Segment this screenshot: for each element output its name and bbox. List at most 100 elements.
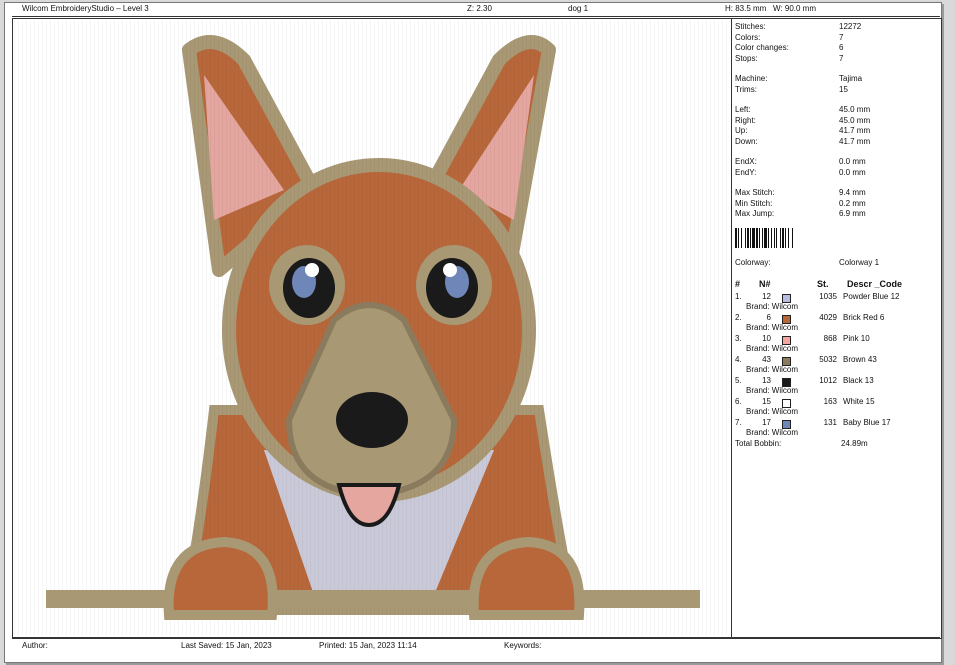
barcode-bar bbox=[762, 227, 763, 248]
design-name: dog 1 bbox=[568, 4, 589, 13]
stat-value: 45.0 mm bbox=[839, 105, 871, 114]
color-code: 6 bbox=[766, 313, 771, 322]
barcode-bar bbox=[776, 227, 777, 248]
color-brand: Brand: Wilcom bbox=[746, 386, 799, 395]
color-description: Baby Blue 17 bbox=[843, 418, 891, 427]
color-brand: Brand: Wilcom bbox=[746, 323, 799, 332]
color-code: 13 bbox=[762, 376, 771, 385]
color-brand: Brand: Wilcom bbox=[746, 302, 799, 311]
design-size: H: 83.5 mm W: 90.0 mm bbox=[725, 4, 816, 13]
total-bobbin-row: Total Bobbin: 24.89m bbox=[735, 439, 935, 450]
stat-row: Max Stitch: 9.4 mm bbox=[735, 188, 935, 199]
stat-row: Up: 41.7 mm bbox=[735, 126, 935, 137]
header-code: N# bbox=[759, 279, 771, 289]
stats-gap bbox=[735, 178, 935, 188]
barcode-bar bbox=[752, 227, 755, 248]
dog-embroidery-image bbox=[14, 20, 728, 635]
app-title: Wilcom EmbroideryStudio – Level 3 bbox=[22, 4, 149, 13]
barcode-bar bbox=[771, 227, 772, 248]
barcode-bar bbox=[756, 227, 758, 248]
barcode-bar bbox=[747, 227, 749, 248]
color-row[interactable]: 2. 6 4029 Brick Red 6 Brand: Wilcom bbox=[735, 313, 935, 334]
color-description: White 15 bbox=[843, 397, 875, 406]
stat-label: Right: bbox=[735, 115, 756, 125]
barcode-graphic bbox=[735, 227, 793, 248]
color-index: 4. bbox=[735, 355, 742, 364]
color-row[interactable]: 5. 13 1012 Black 13 Brand: Wilcom bbox=[735, 376, 935, 397]
stat-value: 7 bbox=[839, 53, 844, 63]
barcode-bar bbox=[782, 227, 784, 248]
barcode-bar bbox=[785, 227, 786, 248]
header-description: Descr _Code bbox=[847, 279, 903, 289]
color-stitches: 1012 bbox=[819, 376, 837, 385]
stats-gap bbox=[735, 95, 935, 105]
stat-row: Left: 45.0 mm bbox=[735, 105, 935, 116]
barcode-bar bbox=[768, 227, 769, 248]
keywords-label: Keywords: bbox=[504, 641, 542, 650]
stat-value: 12272 bbox=[839, 22, 862, 31]
color-index: 1. bbox=[735, 292, 742, 301]
barcode-bar bbox=[774, 227, 775, 248]
color-row[interactable]: 3. 10 868 Pink 10 Brand: Wilcom bbox=[735, 334, 935, 355]
stat-value: 0.2 mm bbox=[839, 198, 866, 208]
stat-row: Min Stitch: 0.2 mm bbox=[735, 199, 935, 210]
header-bar: Wilcom EmbroideryStudio – Level 3 Z: 2.3… bbox=[12, 2, 940, 17]
barcode-bar bbox=[745, 227, 746, 248]
embroidery-design-preview[interactable] bbox=[14, 20, 728, 635]
color-description: Black 13 bbox=[843, 376, 874, 385]
color-table-body: 1. 12 1035 Powder Blue 12 Brand: Wilcom 2. 6 40… bbox=[735, 292, 935, 439]
header-stitches: St. bbox=[817, 279, 829, 289]
author-label: Author: bbox=[22, 641, 48, 650]
color-index: 6. bbox=[735, 397, 742, 406]
total-bobbin-label: Total Bobbin: bbox=[735, 439, 782, 448]
stat-value: 7 bbox=[839, 32, 844, 42]
barcode-bar bbox=[738, 227, 739, 248]
color-code: 12 bbox=[762, 292, 771, 301]
stat-row: Colors: 7 bbox=[735, 33, 935, 44]
color-row[interactable]: 6. 15 163 White 15 Brand: Wilcom bbox=[735, 397, 935, 418]
header-index: # bbox=[735, 279, 741, 289]
stat-row: EndX: 0.0 mm bbox=[735, 157, 935, 168]
stat-row: Color changes: 6 bbox=[735, 43, 935, 54]
stat-row: Stops: 7 bbox=[735, 54, 935, 65]
color-index: 3. bbox=[735, 334, 742, 343]
stat-value: 45.0 mm bbox=[839, 115, 871, 125]
stat-label: Trims: bbox=[735, 84, 757, 94]
color-description: Brick Red 6 bbox=[843, 313, 885, 322]
stat-value: 0.0 mm bbox=[839, 157, 866, 166]
barcode-bar bbox=[741, 227, 742, 248]
stat-row: Right: 45.0 mm bbox=[735, 116, 935, 127]
footer-bar: Author: Last Saved: 15 Jan, 2023 Printed… bbox=[12, 637, 940, 652]
color-index: 7. bbox=[735, 418, 742, 427]
stat-value: 15 bbox=[839, 84, 848, 94]
stat-value: 6.9 mm bbox=[839, 209, 866, 218]
stat-label: Up: bbox=[735, 126, 748, 135]
color-stitches: 163 bbox=[823, 397, 837, 406]
stat-value: 0.0 mm bbox=[839, 167, 866, 177]
stat-label: EndX: bbox=[735, 157, 757, 166]
stat-label: Left: bbox=[735, 105, 751, 114]
color-stitches: 1035 bbox=[819, 292, 837, 301]
color-stitches: 131 bbox=[823, 418, 837, 427]
stat-label: Max Stitch: bbox=[735, 188, 775, 197]
barcode bbox=[735, 227, 810, 248]
colorway-value: Colorway 1 bbox=[839, 257, 880, 267]
color-row[interactable]: 4. 43 5032 Brown 43 Brand: Wilcom bbox=[735, 355, 935, 376]
stats-gap bbox=[735, 147, 935, 157]
stat-label: EndY: bbox=[735, 167, 757, 177]
color-row[interactable]: 7. 17 131 Baby Blue 17 Brand: Wilcom bbox=[735, 418, 935, 439]
stat-row: Stitches: 12272 bbox=[735, 22, 935, 33]
design-info-panel: Stitches: 12272 Colors: 7 Color changes: 6 Sto… bbox=[735, 22, 935, 450]
stat-label: Color changes: bbox=[735, 43, 789, 52]
color-brand: Brand: Wilcom bbox=[746, 365, 799, 374]
stat-label: Min Stitch: bbox=[735, 198, 773, 208]
stat-row: EndY: 0.0 mm bbox=[735, 168, 935, 179]
color-code: 43 bbox=[762, 355, 771, 364]
color-row[interactable]: 1. 12 1035 Powder Blue 12 Brand: Wilcom bbox=[735, 292, 935, 313]
color-stitches: 868 bbox=[823, 334, 837, 343]
stat-label: Down: bbox=[735, 136, 758, 146]
stat-row: Machine: Tajima bbox=[735, 74, 935, 85]
color-stitches: 5032 bbox=[819, 355, 837, 364]
zoom-level: Z: 2.30 bbox=[467, 4, 492, 13]
stat-value: 41.7 mm bbox=[839, 136, 871, 146]
